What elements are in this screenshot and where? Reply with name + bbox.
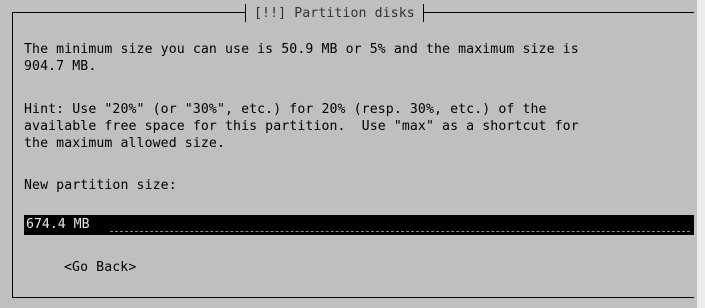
dialog-title-bar: [!!] Partition disks <box>245 3 424 23</box>
go-back-button[interactable]: <Go Back> <box>64 260 136 276</box>
hint-line-1: Hint: Use "20%" (or "30%", etc.) for 20%… <box>24 102 547 117</box>
input-underline <box>110 231 690 232</box>
new-partition-size-label: New partition size: <box>24 178 177 193</box>
message-line-1: The minimum size you can use is 50.9 MB … <box>24 42 579 57</box>
partition-size-input[interactable] <box>26 217 116 233</box>
message-line-2: 904.7 MB. <box>24 59 97 74</box>
dialog-title: [!!] Partition disks <box>254 5 415 21</box>
hint-line-2: available free space for this partition.… <box>24 119 579 134</box>
hint-line-3: the maximum allowed size. <box>24 136 225 151</box>
partition-size-field[interactable] <box>24 215 694 235</box>
partition-dialog: [!!] Partition disks The minimum size yo… <box>0 0 705 308</box>
right-edge-strip <box>697 0 705 308</box>
title-right-divider <box>422 4 424 22</box>
